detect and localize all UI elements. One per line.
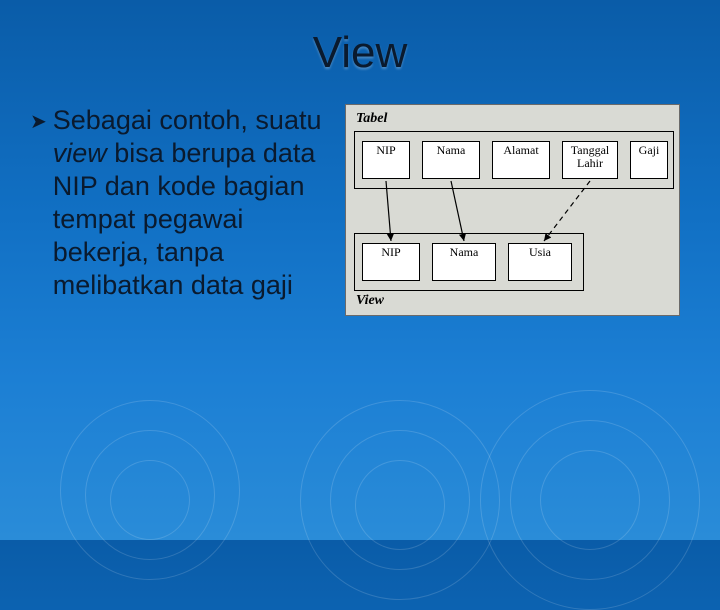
cell-bottom-nip: NIP xyxy=(362,243,420,281)
cell-top-gaji: Gaji xyxy=(630,141,668,179)
cell-top-alamat: Alamat xyxy=(492,141,550,179)
bullet-block: ➤ Sebagai contoh, suatu view bisa berupa… xyxy=(30,104,325,316)
page-title: View xyxy=(0,0,720,78)
label-tabel: Tabel xyxy=(356,111,387,127)
diagram: Tabel NIP Nama Alamat Tanggal Lahir Gaji… xyxy=(345,104,680,316)
cell-top-nama: Nama xyxy=(422,141,480,179)
bullet-text: Sebagai contoh, suatu view bisa berupa d… xyxy=(53,104,325,302)
chevron-right-icon: ➤ xyxy=(30,110,47,302)
cell-top-tgl: Tanggal Lahir xyxy=(562,141,618,179)
cell-bottom-usia: Usia xyxy=(508,243,572,281)
cell-top-nip: NIP xyxy=(362,141,410,179)
cell-bottom-nama: Nama xyxy=(432,243,496,281)
label-view: View xyxy=(356,293,384,309)
bullet-italic: view xyxy=(53,138,107,168)
bullet-lead: Sebagai contoh, suatu xyxy=(53,105,322,135)
content-area: ➤ Sebagai contoh, suatu view bisa berupa… xyxy=(0,78,720,316)
